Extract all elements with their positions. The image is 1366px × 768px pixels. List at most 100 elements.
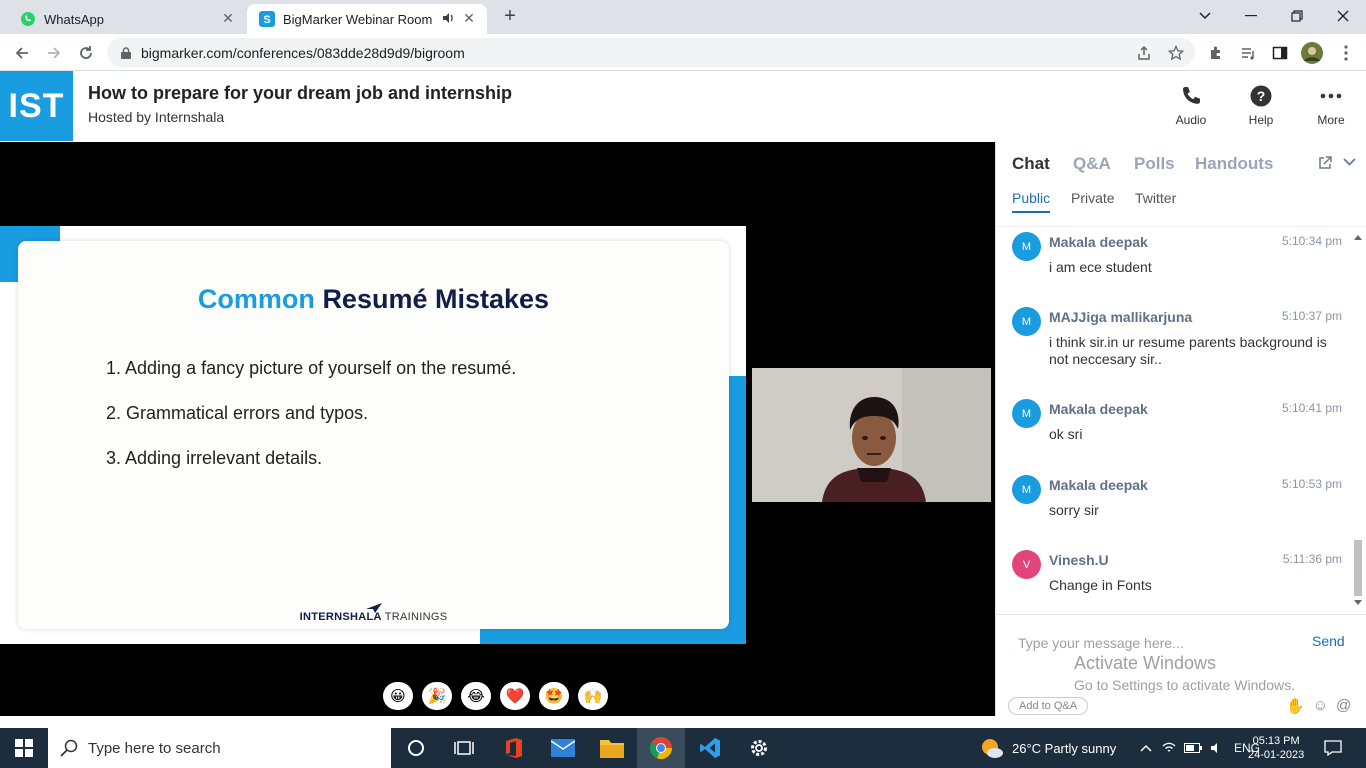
battery-icon[interactable] [1184, 743, 1202, 753]
reaction-star-eyes[interactable]: 🤩 [539, 682, 569, 710]
speaker-icon[interactable] [441, 11, 455, 25]
slide-footer-brand: INTERNSHALA [299, 611, 382, 623]
file-explorer-icon[interactable] [588, 728, 636, 768]
windows-logo-icon [15, 739, 33, 757]
url-text: bigmarker.com/conferences/083dde28d9d9/b… [141, 44, 465, 61]
chat-tools: ✋ ☺ @ [1286, 697, 1351, 715]
settings-gear-icon[interactable] [735, 728, 783, 768]
clock[interactable]: 05:13 PM 24-01-2023 [1248, 728, 1304, 768]
add-to-qa-button[interactable]: Add to Q&A [1008, 697, 1089, 715]
bookmark-star-icon[interactable] [1165, 42, 1187, 64]
volume-icon[interactable] [1210, 742, 1224, 754]
avatar: M [1012, 232, 1041, 261]
new-tab-button[interactable]: + [497, 5, 523, 29]
tab-handouts[interactable]: Handouts [1195, 154, 1273, 174]
message-time: 5:10:34 pm [1281, 234, 1342, 248]
help-label: Help [1248, 113, 1274, 127]
tab-bigmarker[interactable]: S BigMarker Webinar Room ✕ [247, 4, 487, 34]
reload-button[interactable] [74, 41, 98, 65]
message-author[interactable]: Makala deepak [1049, 477, 1148, 493]
audio-label: Audio [1175, 113, 1207, 127]
message-author[interactable]: Vinesh.U [1049, 552, 1109, 568]
chrome-icon[interactable] [637, 728, 685, 768]
weather-widget[interactable]: 26°C Partly sunny [980, 728, 1116, 768]
cortana-icon[interactable] [392, 728, 440, 768]
office-icon[interactable] [490, 728, 538, 768]
share-icon[interactable] [1133, 42, 1155, 64]
windows-start-button[interactable] [0, 728, 48, 768]
message-author[interactable]: Makala deepak [1049, 401, 1148, 417]
subtab-twitter[interactable]: Twitter [1135, 190, 1176, 206]
slide-footer-logo: INTERNSHALA TRAININGS [18, 603, 729, 623]
svg-text:S: S [263, 14, 270, 26]
avatar: M [1012, 399, 1041, 428]
slide-card: Common Resumé Mistakes 1. Adding a fancy… [18, 241, 729, 629]
tab-whatsapp[interactable]: WhatsApp ✕ [8, 4, 246, 34]
tab-search-icon[interactable] [1182, 0, 1228, 32]
media-control-icon[interactable] [1237, 42, 1259, 64]
presenter-camera[interactable] [752, 368, 991, 502]
tab-chat[interactable]: Chat [1012, 154, 1050, 174]
clock-date: 24-01-2023 [1248, 749, 1305, 761]
slide-item: 2. Grammatical errors and typos. [106, 403, 369, 423]
webinar-host: Hosted by Internshala [88, 109, 225, 125]
forward-button[interactable] [42, 41, 66, 65]
browser-menu-icon[interactable] [1335, 42, 1357, 64]
message-text: i think sir.in ur resume parents backgro… [1049, 334, 1327, 367]
help-button[interactable]: ? Help [1231, 85, 1291, 127]
chat-message-input[interactable]: Type your message here... [1018, 635, 1184, 651]
bigmarker-icon: S [259, 11, 275, 27]
extensions-icon[interactable] [1205, 42, 1227, 64]
wifi-icon[interactable] [1162, 742, 1176, 754]
more-button[interactable]: More [1301, 85, 1361, 127]
chevron-down-icon[interactable] [1343, 158, 1356, 167]
slide-title-accent: Common [197, 284, 315, 314]
slide-title-main: Resumé Mistakes [322, 284, 550, 314]
emoji-icon[interactable]: ☺ [1313, 697, 1328, 715]
system-tray: ENG [1140, 728, 1260, 768]
search-icon [60, 739, 78, 757]
tray-overflow-icon[interactable] [1140, 744, 1152, 752]
raise-hand-icon[interactable]: ✋ [1286, 697, 1305, 715]
slide-item: 3. Adding irrelevant details. [106, 448, 323, 468]
mention-icon[interactable]: @ [1336, 697, 1351, 715]
activate-windows-watermark: Activate Windows [1074, 653, 1217, 673]
tab-polls[interactable]: Polls [1134, 154, 1175, 174]
restore-button[interactable] [1274, 0, 1320, 32]
reaction-party[interactable]: 🎉 [422, 682, 452, 710]
message-time: 5:11:36 pm [1282, 552, 1342, 566]
close-tab-icon[interactable]: ✕ [220, 10, 236, 26]
avatar: M [1012, 307, 1041, 336]
notification-icon[interactable] [1310, 728, 1356, 768]
taskbar-search-box[interactable]: Type here to search [48, 728, 391, 768]
reaction-heart[interactable]: ❤️ [500, 682, 530, 710]
reaction-laugh[interactable]: 😂 [461, 682, 491, 710]
webinar-header: IST How to prepare for your dream job an… [0, 71, 1366, 142]
message-time: 5:10:37 pm [1281, 309, 1342, 323]
activate-windows-hint: Go to Settings to activate Windows. [1074, 677, 1295, 693]
url-field[interactable]: bigmarker.com/conferences/083dde28d9d9/b… [107, 38, 1195, 67]
profile-avatar[interactable] [1301, 42, 1323, 64]
subtab-private[interactable]: Private [1071, 190, 1115, 206]
side-panel-icon[interactable] [1269, 42, 1291, 64]
mail-icon[interactable] [539, 728, 587, 768]
close-tab-icon[interactable]: ✕ [461, 10, 477, 26]
reaction-raised-hands[interactable]: 🙌 [578, 682, 608, 710]
reaction-grin[interactable]: 😀 [383, 682, 413, 710]
message-author[interactable]: MAJJiga mallikarjuna [1049, 309, 1192, 325]
message-author[interactable]: Makala deepak [1049, 234, 1148, 250]
vscode-icon[interactable] [686, 728, 734, 768]
tab-qa[interactable]: Q&A [1073, 154, 1111, 174]
back-button[interactable] [10, 41, 34, 65]
send-button[interactable]: Send [1312, 633, 1345, 649]
webinar-title: How to prepare for your dream job and in… [88, 83, 513, 103]
more-label: More [1317, 113, 1345, 127]
popout-icon[interactable] [1318, 156, 1332, 170]
chat-scrollbar[interactable] [1352, 230, 1364, 610]
minimize-button[interactable] [1228, 0, 1274, 32]
message-time: 5:10:41 pm [1281, 401, 1342, 415]
task-view-icon[interactable] [440, 728, 488, 768]
close-window-button[interactable] [1320, 0, 1366, 32]
audio-button[interactable]: Audio [1161, 85, 1221, 127]
subtab-public[interactable]: Public [1012, 190, 1051, 213]
